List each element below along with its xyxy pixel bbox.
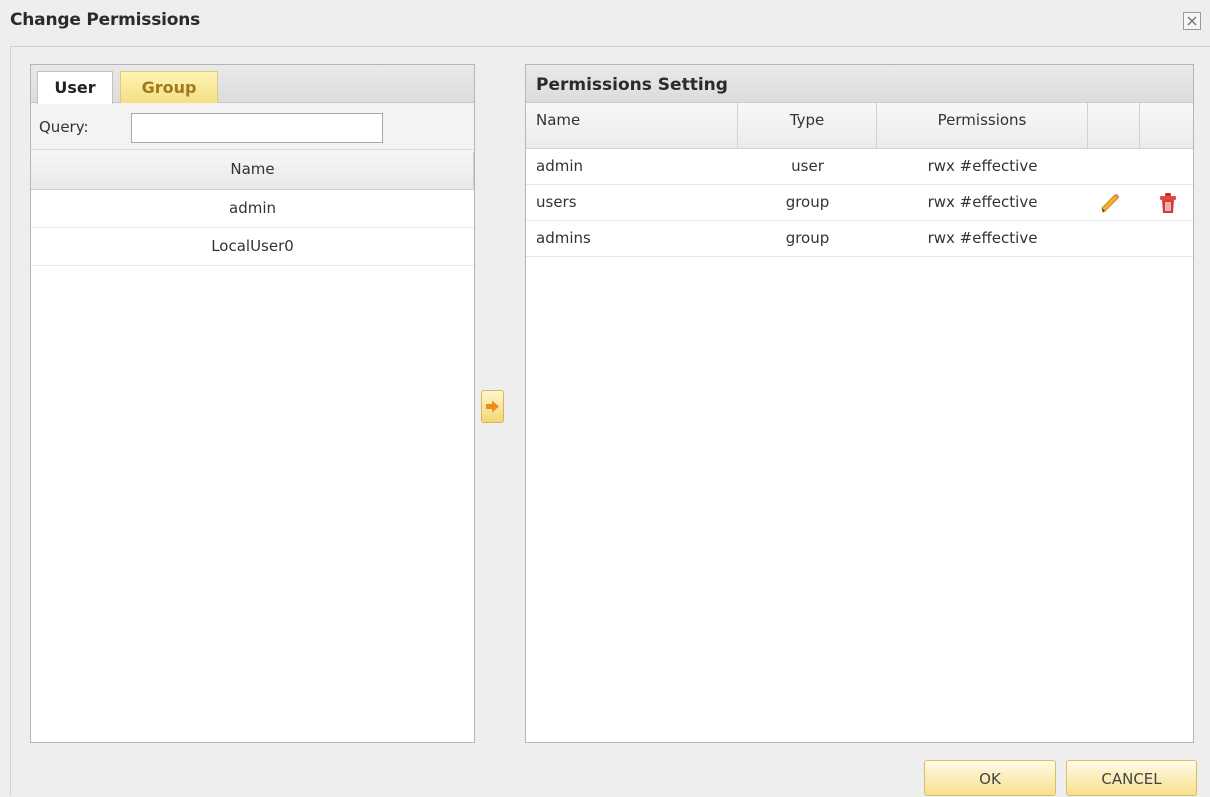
row-type: user — [791, 157, 824, 175]
user-group-panel: User Group Query: Name admin LocalUser0 — [30, 64, 475, 743]
column-name[interactable]: Name — [526, 103, 738, 149]
table-row[interactable]: users group rwx #effective — [526, 185, 1193, 221]
cancel-button[interactable]: CANCEL — [1066, 760, 1197, 796]
tab-strip: User Group — [31, 65, 474, 104]
table-row[interactable]: admins group rwx #effective — [526, 221, 1193, 257]
dialog-title: Change Permissions — [10, 10, 201, 30]
list-item[interactable]: LocalUser0 — [31, 228, 474, 266]
row-name: admin — [536, 157, 583, 175]
query-input[interactable] — [131, 113, 383, 143]
column-edit — [1088, 103, 1140, 149]
column-type[interactable]: Type — [738, 103, 877, 149]
row-type: group — [785, 193, 830, 211]
query-label: Query: — [39, 118, 89, 136]
permissions-panel: Permissions Setting Name Type Permission… — [525, 64, 1194, 743]
permissions-header: Name Type Permissions — [526, 103, 1193, 149]
permissions-table-body: admin user rwx #effective users group rw… — [526, 149, 1193, 257]
add-to-permissions-button[interactable] — [481, 390, 504, 423]
column-delete — [1140, 103, 1193, 149]
row-name: users — [536, 193, 577, 211]
pencil-icon[interactable] — [1098, 191, 1122, 215]
tab-group[interactable]: Group — [120, 71, 218, 103]
trash-icon[interactable] — [1156, 191, 1180, 215]
close-button[interactable] — [1183, 12, 1201, 30]
close-icon — [1187, 16, 1197, 26]
query-row: Query: — [31, 103, 474, 149]
list-item[interactable]: admin — [31, 190, 474, 228]
dialog-left-border — [10, 46, 11, 796]
row-name: admins — [536, 229, 591, 247]
row-type: group — [785, 229, 830, 247]
column-divider — [473, 152, 474, 188]
name-column-header[interactable]: Name — [31, 149, 474, 190]
row-permissions: rwx #effective — [927, 229, 1038, 247]
table-row[interactable]: admin user rwx #effective — [526, 149, 1193, 185]
permissions-title: Permissions Setting — [526, 65, 1193, 103]
tab-user[interactable]: User — [37, 71, 113, 104]
name-column-label: Name — [230, 160, 275, 178]
row-permissions: rwx #effective — [927, 193, 1038, 211]
row-permissions: rwx #effective — [927, 157, 1038, 175]
ok-button[interactable]: OK — [924, 760, 1056, 796]
arrow-right-icon — [486, 400, 499, 413]
column-permissions[interactable]: Permissions — [877, 103, 1088, 149]
user-list: admin LocalUser0 — [31, 190, 474, 266]
title-separator — [10, 46, 1210, 47]
